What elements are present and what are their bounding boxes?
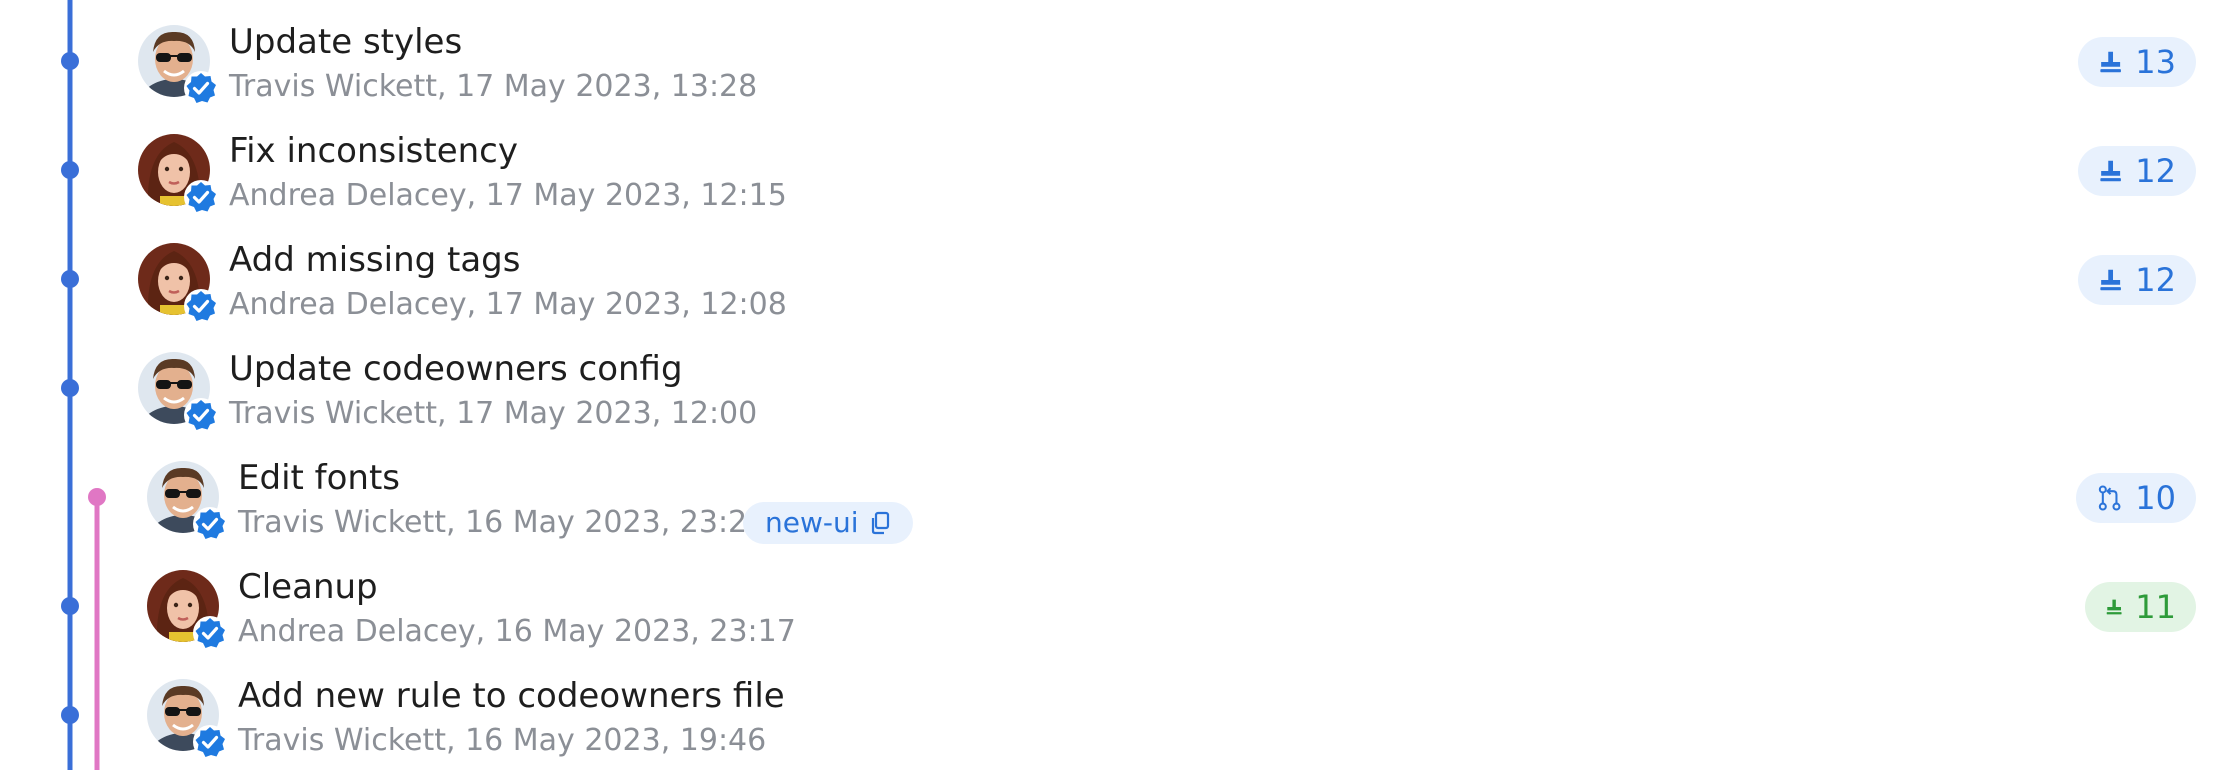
commit-meta: Travis Wickett, 16 May 2023, 23:22 (238, 505, 767, 540)
avatar-travis-wickett[interactable] (138, 25, 218, 105)
avatar-andrea-delacey[interactable] (138, 134, 218, 214)
commit-title[interactable]: Add missing tags (229, 240, 520, 280)
commit-title[interactable]: Update styles (229, 22, 462, 62)
avatar-travis-wickett[interactable] (138, 352, 218, 432)
avatar-andrea-delacey[interactable] (147, 570, 227, 650)
commit-timeline: Update styles Travis Wickett, 17 May 202… (0, 0, 2228, 770)
avatar-andrea-delacey[interactable] (138, 243, 218, 323)
pull-request-badge[interactable]: 10 (2076, 473, 2196, 523)
verified-icon (193, 725, 227, 759)
avatar-travis-wickett[interactable] (147, 461, 227, 541)
verified-icon (184, 289, 218, 323)
approvals-badge[interactable]: 12 (2078, 146, 2196, 196)
commit-meta: Andrea Delacey, 16 May 2023, 23:17 (238, 614, 796, 649)
stamp-icon (2100, 51, 2121, 73)
stamp-icon (2100, 269, 2121, 291)
stamp-icon (2100, 160, 2121, 182)
commit-meta: Travis Wickett, 17 May 2023, 13:28 (229, 69, 758, 104)
pull-request-number: 10 (2135, 479, 2176, 517)
commit-row[interactable]: Edit fonts Travis Wickett, 16 May 2023, … (0, 443, 2228, 551)
commit-row[interactable]: Add new rule to codeowners file Travis W… (0, 661, 2228, 769)
branch-tag-label: new-ui (765, 506, 859, 539)
verified-icon (193, 616, 227, 650)
pull-request-icon (2098, 485, 2121, 511)
commit-title[interactable]: Update codeowners config (229, 349, 683, 389)
commit-meta: Andrea Delacey, 17 May 2023, 12:08 (229, 287, 787, 322)
approvals-count: 11 (2135, 588, 2176, 626)
commit-title[interactable]: Cleanup (238, 567, 378, 607)
copy-icon[interactable] (869, 511, 891, 535)
verified-icon (184, 180, 218, 214)
commit-title[interactable]: Edit fonts (238, 458, 400, 498)
commit-row[interactable]: Update styles Travis Wickett, 17 May 202… (0, 7, 2228, 115)
commit-meta: Travis Wickett, 16 May 2023, 19:46 (238, 723, 767, 758)
commit-title[interactable]: Add new rule to codeowners file (238, 676, 785, 716)
branch-tag[interactable]: new-ui (743, 502, 913, 544)
commit-row[interactable]: Cleanup Andrea Delacey, 16 May 2023, 23:… (0, 552, 2228, 660)
approvals-badge[interactable]: 12 (2078, 255, 2196, 305)
commit-row[interactable]: Fix inconsistency Andrea Delacey, 17 May… (0, 116, 2228, 224)
verified-icon (184, 71, 218, 105)
stamp-icon (2106, 599, 2122, 615)
commit-meta: Travis Wickett, 17 May 2023, 12:00 (229, 396, 758, 431)
commit-row[interactable]: Update codeowners config Travis Wickett,… (0, 334, 2228, 442)
approvals-badge[interactable]: 13 (2078, 37, 2196, 87)
verified-icon (184, 398, 218, 432)
approvals-count: 12 (2135, 152, 2176, 190)
commit-meta: Andrea Delacey, 17 May 2023, 12:15 (229, 178, 787, 213)
approvals-badge[interactable]: 11 (2085, 582, 2196, 632)
approvals-count: 13 (2135, 43, 2176, 81)
approvals-count: 12 (2135, 261, 2176, 299)
avatar-travis-wickett[interactable] (147, 679, 227, 759)
commit-row[interactable]: Add missing tags Andrea Delacey, 17 May … (0, 225, 2228, 333)
verified-icon (193, 507, 227, 541)
commit-title[interactable]: Fix inconsistency (229, 131, 518, 171)
